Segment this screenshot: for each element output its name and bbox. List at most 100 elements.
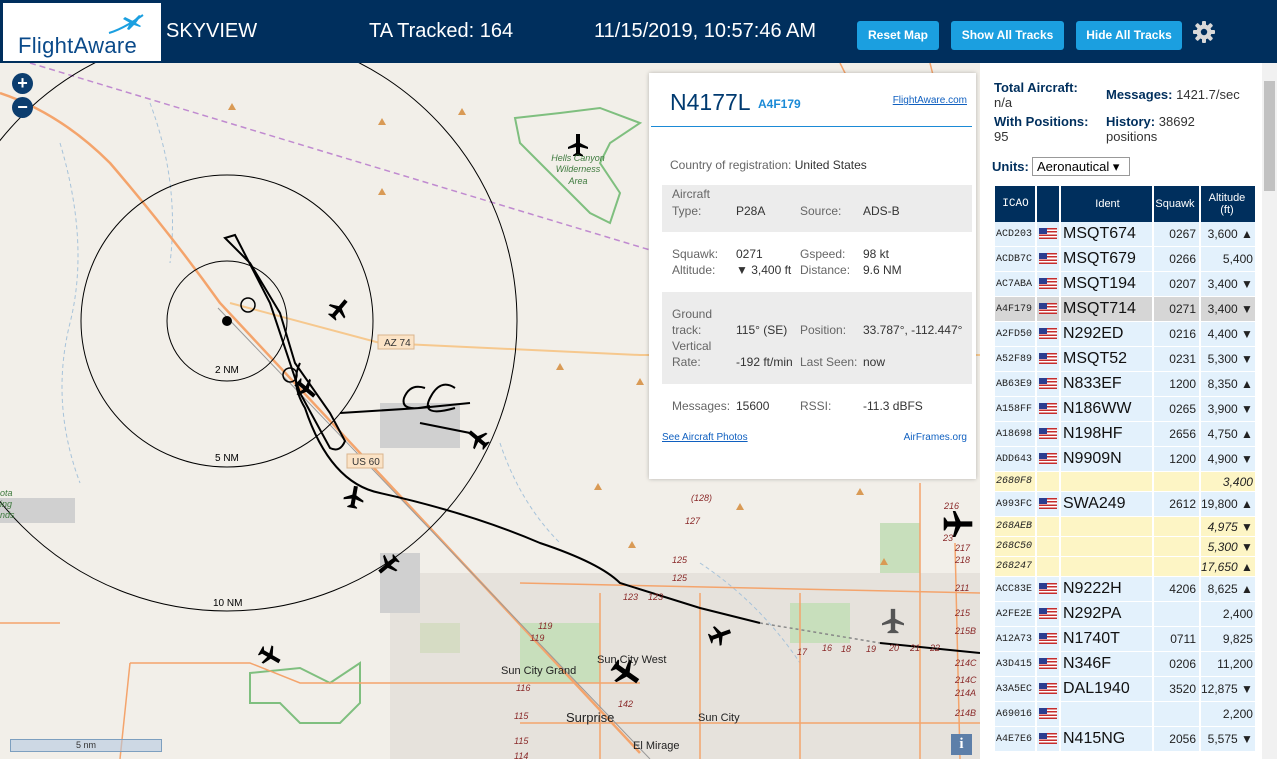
messages-label: Messages: [672, 399, 731, 413]
cell-icao: A3A5EC [995, 677, 1035, 702]
table-row[interactable]: A4F179 MSQT714 0271 3,400 ▼ [995, 297, 1255, 322]
cell-flag [1037, 222, 1059, 247]
svg-text:123: 123 [648, 592, 663, 602]
us-flag-icon [1039, 328, 1057, 340]
urban-area [390, 573, 980, 759]
cell-ident [1061, 472, 1152, 492]
table-row[interactable]: AB63E9 N833EF 1200 8,350 ▲ [995, 372, 1255, 397]
col-squawk[interactable]: Squawk [1154, 186, 1199, 222]
col-icao[interactable]: ICAO [995, 186, 1035, 222]
cell-icao: A69016 [995, 702, 1035, 727]
info-icon[interactable]: i [951, 734, 972, 755]
table-row[interactable]: ACD203 MSQT674 0267 3,600 ▲ [995, 222, 1255, 247]
ta-tracked-count: TA Tracked: 164 [369, 20, 514, 42]
cell-ident [1061, 702, 1152, 727]
cell-flag [1037, 677, 1059, 702]
cell-flag [1037, 447, 1059, 472]
cell-ident: N833EF [1061, 372, 1152, 397]
cell-ident: MSQT714 [1061, 297, 1152, 322]
table-row[interactable]: 2680F8 3,400 [995, 472, 1255, 492]
cell-flag [1037, 727, 1059, 752]
vertical-rate-label-2: Rate: [672, 355, 701, 369]
cell-icao: A12A73 [995, 627, 1035, 652]
sidebar-scrollbar[interactable] [1262, 63, 1277, 759]
col-altitude[interactable]: Altitude (ft) [1201, 186, 1255, 222]
vertical-rate-value: -192 ft/min [736, 355, 793, 369]
cell-icao: ACDB7C [995, 247, 1035, 272]
cell-ident: N346F [1061, 652, 1152, 677]
current-datetime: 11/15/2019, 10:57:46 AM [594, 20, 817, 42]
cell-flag [1037, 322, 1059, 347]
total-aircraft-value: n/a [994, 95, 1013, 110]
aircraft-sidebar: Total Aircraft: n/a Messages: 1421.7/sec… [980, 63, 1277, 759]
col-ident[interactable]: Ident [1061, 186, 1152, 222]
units-select[interactable]: Aeronautical ▾ [1032, 157, 1130, 176]
zoom-in-button[interactable]: + [12, 73, 33, 94]
source-value: ADS-B [863, 204, 900, 218]
table-row[interactable]: A12A73 N1740T 0711 9,825 [995, 627, 1255, 652]
flightaware-logo[interactable]: FlightAware [3, 3, 161, 61]
cell-squawk: 0265 [1154, 397, 1199, 422]
cell-squawk: 0266 [1154, 247, 1199, 272]
table-row[interactable]: A158FF N186WW 0265 3,900 ▼ [995, 397, 1255, 422]
table-row[interactable]: A2FE2E N292PA 2,400 [995, 602, 1255, 627]
table-row[interactable]: ACDB7C MSQT679 0266 5,400 [995, 247, 1255, 272]
table-row[interactable]: A3D415 N346F 0206 11,200 [995, 652, 1255, 677]
airframes-link[interactable]: AirFrames.org [904, 432, 967, 443]
cell-icao: AC7ABA [995, 272, 1035, 297]
table-row[interactable]: A52F89 MSQT52 0231 5,300 ▼ [995, 347, 1255, 372]
plane-logo-icon [108, 14, 144, 34]
svg-text:211: 211 [954, 583, 969, 593]
table-row[interactable]: 268AEB 4,975 ▼ [995, 517, 1255, 537]
table-row[interactable]: A2FD50 N292ED 0216 4,400 ▼ [995, 322, 1255, 347]
green-parcel [880, 523, 920, 573]
us-flag-icon [1039, 583, 1057, 595]
table-row[interactable]: ADD643 N9909N 1200 4,900 ▼ [995, 447, 1255, 472]
zoom-out-button[interactable]: − [12, 97, 33, 118]
us-flag-icon [1039, 278, 1057, 290]
aircraft-table: ICAO Ident Squawk Altitude (ft) ACD203 MS… [993, 186, 1257, 752]
us-flag-icon [1039, 608, 1057, 620]
road-label-us60: US 60 [352, 457, 380, 468]
cell-icao: A993FC [995, 492, 1035, 517]
flightaware-link[interactable]: FlightAware.com [893, 95, 967, 106]
place-label: Sun City Grand [501, 665, 576, 677]
gear-icon[interactable] [1192, 20, 1216, 44]
svg-text:21: 21 [909, 643, 920, 653]
svg-text:214C: 214C [954, 658, 977, 668]
scrollbar-thumb[interactable] [1264, 81, 1275, 191]
us-flag-icon [1039, 428, 1057, 440]
cell-icao: A4F179 [995, 297, 1035, 322]
us-flag-icon [1039, 733, 1057, 745]
rssi-value: -11.3 dBFS [863, 399, 923, 413]
range-label-2nm: 2 NM [215, 365, 239, 376]
show-all-tracks-button[interactable]: Show All Tracks [951, 21, 1064, 50]
cell-ident [1061, 557, 1152, 577]
svg-text:119: 119 [530, 633, 544, 643]
cell-altitude: 5,400 [1201, 247, 1255, 272]
reset-map-button[interactable]: Reset Map [857, 21, 939, 50]
table-row[interactable]: A4E7E6 N415NG 2056 5,575 ▼ [995, 727, 1255, 752]
cell-squawk: 4206 [1154, 577, 1199, 602]
aircraft-photos-link[interactable]: See Aircraft Photos [662, 432, 748, 443]
col-flag[interactable] [1037, 186, 1059, 222]
position-label: Position: [800, 323, 847, 337]
svg-text:115: 115 [514, 736, 529, 746]
table-row[interactable]: A18698 N198HF 2656 4,750 ▲ [995, 422, 1255, 447]
country-label: Country of registration: [670, 158, 792, 172]
hide-all-tracks-button[interactable]: Hide All Tracks [1076, 21, 1182, 50]
table-row[interactable]: A993FC SWA249 2612 19,800 ▲ [995, 492, 1255, 517]
svg-text:18: 18 [841, 644, 851, 654]
cell-squawk [1154, 537, 1199, 557]
cell-altitude: 4,900 ▼ [1201, 447, 1255, 472]
place-label: El Mirage [633, 740, 679, 752]
table-row[interactable]: 268247 17,650 ▲ [995, 557, 1255, 577]
table-row[interactable]: 268C50 5,300 ▼ [995, 537, 1255, 557]
cell-flag [1037, 247, 1059, 272]
table-row[interactable]: AC7ABA MSQT194 0207 3,400 ▼ [995, 272, 1255, 297]
table-row[interactable]: A69016 2,200 [995, 702, 1255, 727]
cell-altitude: 3,600 ▲ [1201, 222, 1255, 247]
place-label: Sun City [698, 712, 740, 724]
table-row[interactable]: A3A5EC DAL1940 3520 12,875 ▼ [995, 677, 1255, 702]
table-row[interactable]: ACC83E N9222H 4206 8,625 ▲ [995, 577, 1255, 602]
